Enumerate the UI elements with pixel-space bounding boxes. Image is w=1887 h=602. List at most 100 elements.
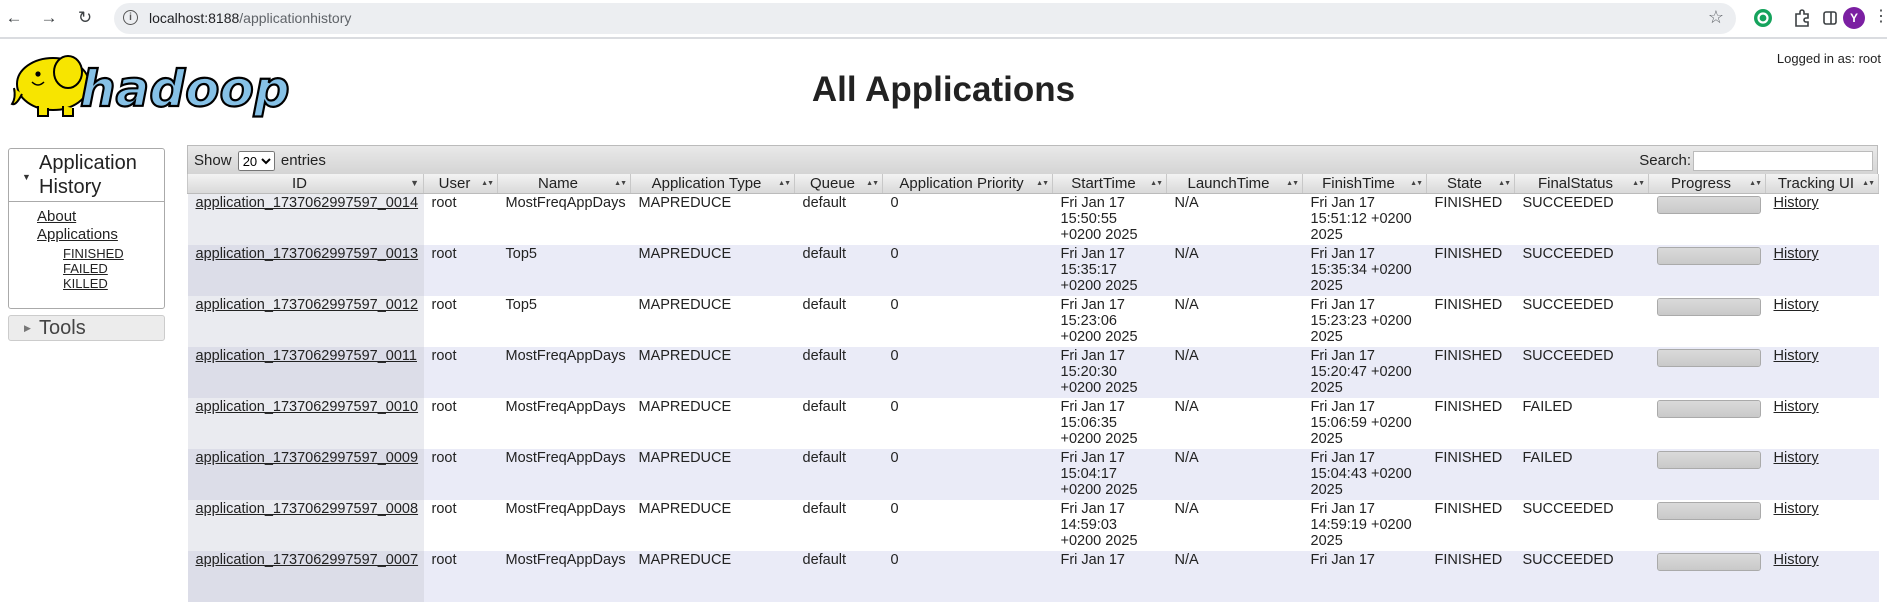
application-type-cell: MAPREDUCE <box>631 500 795 551</box>
column-header-label: ID <box>292 175 307 192</box>
history-link[interactable]: History <box>1774 450 1819 466</box>
application-history-header[interactable]: ▼ Application History <box>9 149 164 202</box>
user-cell: root <box>424 398 498 449</box>
column-header-application-priority[interactable]: Application Priority▲▼ <box>883 174 1053 194</box>
history-link[interactable]: History <box>1774 501 1819 517</box>
filter-killed-link[interactable]: KILLED <box>63 276 160 291</box>
sort-both-icon: ▲▼ <box>1862 174 1874 193</box>
column-header-application-type[interactable]: Application Type▲▼ <box>631 174 795 194</box>
progress-cell <box>1649 194 1766 246</box>
priority-cell: 0 <box>883 245 1053 296</box>
name-cell: MostFreqAppDays <box>498 500 631 551</box>
extensions-puzzle-icon[interactable] <box>1792 8 1812 28</box>
id-cell: application_1737062997597_0013 <box>188 245 424 296</box>
history-link[interactable]: History <box>1774 399 1819 415</box>
column-header-progress[interactable]: Progress▲▼ <box>1649 174 1766 194</box>
start-time-cell: Fri Jan 17 15:06:35 +0200 2025 <box>1053 398 1167 449</box>
column-header-start-time[interactable]: StartTime▲▼ <box>1053 174 1167 194</box>
page-size-select[interactable]: 20 <box>238 151 275 171</box>
application-type-cell: MAPREDUCE <box>631 398 795 449</box>
application-id-link[interactable]: application_1737062997597_0012 <box>196 297 419 313</box>
application-id-link[interactable]: application_1737062997597_0010 <box>196 399 419 415</box>
bookmark-star-icon[interactable]: ☆ <box>1708 7 1724 28</box>
name-cell: Top5 <box>498 245 631 296</box>
sort-both-icon: ▲▼ <box>1286 174 1298 193</box>
history-link[interactable]: History <box>1774 348 1819 364</box>
filter-finished-link[interactable]: FINISHED <box>63 246 160 261</box>
application-id-link[interactable]: application_1737062997597_0009 <box>196 450 419 466</box>
back-arrow-icon[interactable]: ← <box>1 6 27 30</box>
state-cell: FINISHED <box>1427 245 1515 296</box>
queue-cell: default <box>795 245 883 296</box>
progress-fill <box>1658 452 1760 468</box>
column-header-state[interactable]: State▲▼ <box>1427 174 1515 194</box>
search-input[interactable] <box>1693 151 1873 171</box>
column-header-label: Progress <box>1671 175 1731 192</box>
application-id-link[interactable]: application_1737062997597_0008 <box>196 501 419 517</box>
column-header-label: FinishTime <box>1322 175 1395 192</box>
sort-both-icon: ▲▼ <box>1036 174 1048 193</box>
application-id-link[interactable]: application_1737062997597_0014 <box>196 195 419 211</box>
name-cell: MostFreqAppDays <box>498 194 631 246</box>
column-header-queue[interactable]: Queue▲▼ <box>795 174 883 194</box>
priority-cell: 0 <box>883 449 1053 500</box>
address-bar[interactable]: i localhost:8188/applicationhistory ☆ <box>114 3 1736 34</box>
show-label: Show <box>194 152 232 169</box>
column-header-tracking-ui[interactable]: Tracking UI▲▼ <box>1766 174 1879 194</box>
application-id-link[interactable]: application_1737062997597_0011 <box>196 348 417 364</box>
user-cell: root <box>424 449 498 500</box>
progress-fill <box>1658 554 1760 570</box>
column-header-final-status[interactable]: FinalStatus▲▼ <box>1515 174 1649 194</box>
progress-cell <box>1649 347 1766 398</box>
tracking-ui-cell: History <box>1766 296 1879 347</box>
start-time-cell: Fri Jan 17 15:35:17 +0200 2025 <box>1053 245 1167 296</box>
application-type-cell: MAPREDUCE <box>631 245 795 296</box>
profile-avatar[interactable]: Y <box>1843 7 1865 29</box>
applications-link[interactable]: Applications <box>37 226 160 244</box>
expand-triangle-icon: ▼ <box>22 165 31 189</box>
url-host: localhost:8188 <box>149 10 239 26</box>
table-toolbar: Show 20 entries Search: <box>187 145 1878 174</box>
application-id-link[interactable]: application_1737062997597_0013 <box>196 246 419 262</box>
column-header-launch-time[interactable]: LaunchTime▲▼ <box>1167 174 1303 194</box>
grammarly-extension-icon[interactable] <box>1753 8 1773 28</box>
history-link[interactable]: History <box>1774 195 1819 211</box>
id-cell: application_1737062997597_0007 <box>188 551 424 602</box>
sort-both-icon: ▲▼ <box>1498 174 1510 193</box>
state-cell: FINISHED <box>1427 296 1515 347</box>
reload-icon[interactable]: ↻ <box>72 6 98 30</box>
finish-time-cell: Fri Jan 17 <box>1303 551 1427 602</box>
filter-failed-link[interactable]: FAILED <box>63 261 160 276</box>
browser-toolbar: ← → ↻ i localhost:8188/applicationhistor… <box>0 0 1887 39</box>
forward-arrow-icon[interactable]: → <box>36 6 62 30</box>
sort-both-icon: ▲▼ <box>778 174 790 193</box>
start-time-cell: Fri Jan 17 15:50:55 +0200 2025 <box>1053 194 1167 246</box>
browser-menu-icon[interactable]: ⋮ <box>1873 6 1887 26</box>
tools-panel-header[interactable]: ▶ Tools <box>8 315 165 341</box>
entries-label: entries <box>281 152 326 169</box>
tracking-ui-cell: History <box>1766 500 1879 551</box>
application-id-link[interactable]: application_1737062997597_0007 <box>196 552 419 568</box>
url-text[interactable]: localhost:8188/applicationhistory <box>149 10 351 26</box>
side-panel-icon[interactable] <box>1820 8 1840 28</box>
column-header-user[interactable]: User▲▼ <box>424 174 498 194</box>
history-link[interactable]: History <box>1774 246 1819 262</box>
tracking-ui-cell: History <box>1766 398 1879 449</box>
priority-cell: 0 <box>883 347 1053 398</box>
application-type-cell: MAPREDUCE <box>631 449 795 500</box>
id-cell: application_1737062997597_0008 <box>188 500 424 551</box>
column-header-id[interactable]: ID▼ <box>188 174 424 194</box>
history-link[interactable]: History <box>1774 297 1819 313</box>
about-link[interactable]: About <box>37 208 160 226</box>
queue-cell: default <box>795 551 883 602</box>
name-cell: MostFreqAppDays <box>498 398 631 449</box>
column-header-name[interactable]: Name▲▼ <box>498 174 631 194</box>
history-link[interactable]: History <box>1774 552 1819 568</box>
launch-time-cell: N/A <box>1167 296 1303 347</box>
final-status-cell: SUCCEEDED <box>1515 500 1649 551</box>
site-info-icon[interactable]: i <box>123 10 138 25</box>
column-header-finish-time[interactable]: FinishTime▲▼ <box>1303 174 1427 194</box>
start-time-cell: Fri Jan 17 15:20:30 +0200 2025 <box>1053 347 1167 398</box>
progress-bar <box>1657 196 1761 214</box>
table-row: application_1737062997597_0011rootMostFr… <box>188 347 1879 398</box>
